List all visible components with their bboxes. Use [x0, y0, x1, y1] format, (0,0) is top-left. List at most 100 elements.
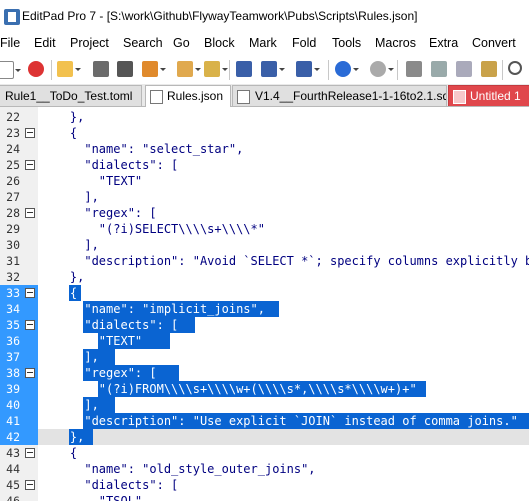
line-number: 38: [6, 366, 20, 380]
close-file-icon[interactable]: [28, 61, 44, 77]
menu-convert[interactable]: Convert: [472, 36, 516, 50]
editor-line[interactable]: 28 "regex": [: [0, 205, 529, 221]
print-icon[interactable]: [236, 61, 252, 77]
copy-icon[interactable]: [431, 61, 447, 77]
menu-extra[interactable]: Extra: [429, 36, 458, 50]
editor-line[interactable]: 38 "regex": [: [0, 365, 529, 381]
menu-mark[interactable]: Mark: [249, 36, 277, 50]
editor-line[interactable]: 43 {: [0, 445, 529, 461]
current-line-highlight: [38, 429, 529, 445]
editor-line[interactable]: 44 "name": "old_style_outer_joins",: [0, 461, 529, 477]
code-text: {: [41, 286, 78, 300]
menu-block[interactable]: Block: [204, 36, 235, 50]
line-number: 34: [6, 302, 20, 316]
line-number: 39: [6, 382, 20, 396]
editor-line[interactable]: 37 ],: [0, 349, 529, 365]
line-number: 22: [6, 110, 20, 124]
menu-fold[interactable]: Fold: [292, 36, 316, 50]
menu-edit[interactable]: Edit: [34, 36, 56, 50]
editor-line[interactable]: 29 "(?i)SELECT\\\\s+\\\\*": [0, 221, 529, 237]
file-icon: [453, 90, 466, 104]
menu-macros[interactable]: Macros: [375, 36, 416, 50]
menu-file[interactable]: File: [0, 36, 20, 50]
code-text: "(?i)SELECT\\\\s+\\\\*": [41, 222, 265, 236]
file-icon: [150, 90, 163, 104]
clipboard-icon[interactable]: [481, 61, 497, 77]
toolbar-separator: [229, 60, 230, 80]
code-text: },: [41, 270, 85, 284]
code-text: ],: [41, 190, 99, 204]
code-text: "dialects": [: [41, 318, 179, 332]
code-text: "TSQL",: [41, 494, 150, 501]
toolbar: [0, 55, 529, 84]
menu-project[interactable]: Project: [70, 36, 109, 50]
open-project-icon[interactable]: [177, 61, 201, 77]
editor-line[interactable]: 40 ],: [0, 397, 529, 413]
editor-line[interactable]: 35 "dialects": [: [0, 317, 529, 333]
editor-line[interactable]: 33 {: [0, 285, 529, 301]
tab-label: Untitled 1: [470, 89, 521, 103]
editor-line[interactable]: 24 "name": "select_star",: [0, 141, 529, 157]
fold-toggle-icon[interactable]: [25, 160, 35, 170]
tab-rule1-todo-test-toml[interactable]: Rule1__ToDo_Test.toml: [0, 85, 142, 106]
editor-line[interactable]: 25 "dialects": [: [0, 157, 529, 173]
open-file-icon[interactable]: [57, 61, 81, 77]
menu-tools[interactable]: Tools: [332, 36, 361, 50]
redo-icon[interactable]: [370, 61, 394, 77]
line-number: 26: [6, 174, 20, 188]
editor-line[interactable]: 32 },: [0, 269, 529, 285]
tab-untitled-1[interactable]: Untitled 1: [448, 85, 529, 106]
editor-line[interactable]: 34 "name": "implicit_joins",: [0, 301, 529, 317]
editor-line[interactable]: 42 },: [0, 429, 529, 445]
editor-line[interactable]: 36 "TEXT": [0, 333, 529, 349]
editor-line[interactable]: 26 "TEXT": [0, 173, 529, 189]
editor-line[interactable]: 22 },: [0, 109, 529, 125]
fold-toggle-icon[interactable]: [25, 368, 35, 378]
search-icon[interactable]: [508, 61, 522, 75]
fold-toggle-icon[interactable]: [25, 480, 35, 490]
save-project-icon[interactable]: [204, 61, 228, 77]
code-text: "description": "Use explicit `JOIN` inst…: [41, 414, 518, 428]
menu-go[interactable]: Go: [173, 36, 190, 50]
print-setup-icon[interactable]: [296, 61, 320, 77]
fold-toggle-icon[interactable]: [25, 448, 35, 458]
editor-line[interactable]: 45 "dialects": [: [0, 477, 529, 493]
line-number: 41: [6, 414, 20, 428]
toolbar-separator: [328, 60, 329, 80]
editor-line[interactable]: 46 "TSQL",: [0, 493, 529, 501]
undo-icon[interactable]: [335, 61, 359, 77]
fold-toggle-icon[interactable]: [25, 208, 35, 218]
line-number: 37: [6, 350, 20, 364]
fold-toggle-icon[interactable]: [25, 320, 35, 330]
line-number: 27: [6, 190, 20, 204]
tab-rules-json[interactable]: Rules.json: [145, 85, 231, 107]
paste-icon[interactable]: [456, 61, 472, 77]
editor-line[interactable]: 23 {: [0, 125, 529, 141]
editor-line[interactable]: 41 "description": "Use explicit `JOIN` i…: [0, 413, 529, 429]
tab-label: V1.4__FourthRelease1-1-16to2.1.sql: [255, 89, 447, 103]
project-icon[interactable]: [142, 61, 166, 77]
window-title: EditPad Pro 7 - [S:\work\Github\FlywayTe…: [22, 9, 418, 23]
new-file-icon[interactable]: [0, 61, 21, 79]
line-number: 24: [6, 142, 20, 156]
editor-line[interactable]: 39 "(?i)FROM\\\\s+\\\\w+(\\\\s*,\\\\s*\\…: [0, 381, 529, 397]
fold-toggle-icon[interactable]: [25, 288, 35, 298]
menu-bar: File Edit Project Search Go Block Mark F…: [0, 33, 529, 55]
code-text: "regex": [: [41, 206, 157, 220]
tab-bar: Rule1__ToDo_Test.toml Rules.json V1.4__F…: [0, 84, 529, 107]
tab-v1-4-fourthrelease-sql[interactable]: V1.4__FourthRelease1-1-16to2.1.sql: [232, 85, 447, 106]
cut-icon[interactable]: [406, 61, 422, 77]
editor-line[interactable]: 27 ],: [0, 189, 529, 205]
line-number: 40: [6, 398, 20, 412]
code-editor[interactable]: 22 }, 23 {24 "name": "select_star", 25 "di…: [0, 107, 529, 501]
code-text: "dialects": [: [41, 478, 179, 492]
save-icon[interactable]: [93, 61, 109, 77]
save-all-icon[interactable]: [117, 61, 133, 77]
editor-line[interactable]: 31 "description": "Avoid `SELECT *`; spe…: [0, 253, 529, 269]
editor-line[interactable]: 30 ],: [0, 237, 529, 253]
line-number: 28: [6, 206, 20, 220]
line-number: 31: [6, 254, 20, 268]
menu-search[interactable]: Search: [123, 36, 163, 50]
print-preview-icon[interactable]: [261, 61, 285, 77]
fold-toggle-icon[interactable]: [25, 128, 35, 138]
